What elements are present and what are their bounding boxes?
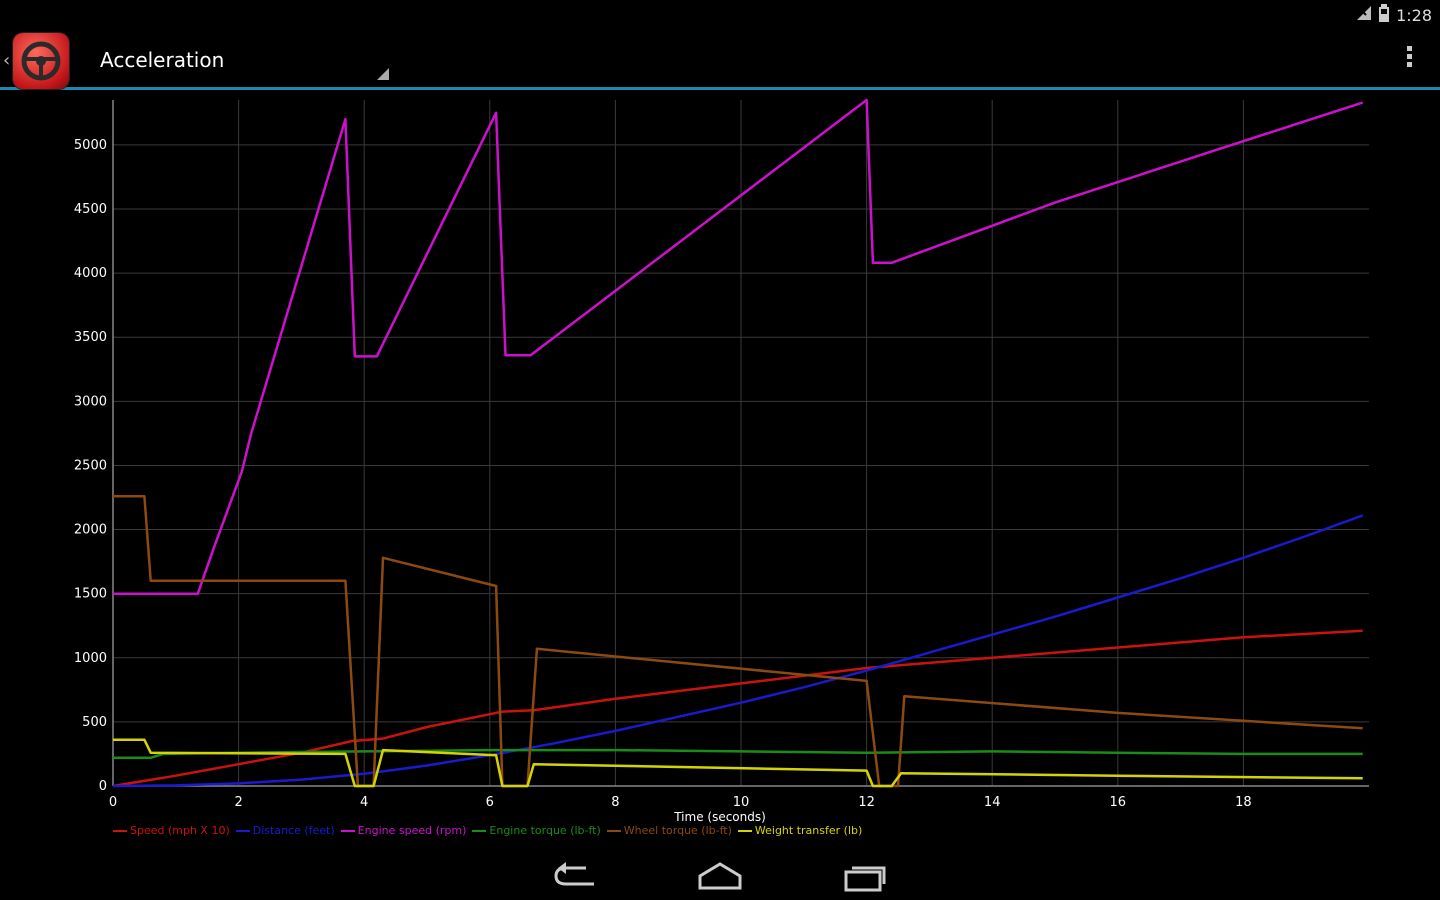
up-caret-icon[interactable]: ‹: [3, 50, 10, 71]
recents-icon[interactable]: [836, 858, 896, 894]
x-tick-label: 0: [109, 795, 117, 810]
overflow-menu-icon[interactable]: [1404, 44, 1414, 74]
y-tick-label: 4500: [74, 202, 107, 217]
action-bar: ‹ Acceleration: [0, 30, 1440, 90]
legend-label: Engine torque (lb-ft): [489, 824, 601, 837]
y-tick-label: 0: [99, 779, 107, 794]
legend-label: Weight transfer (lb): [754, 824, 863, 837]
x-tick-label: 6: [486, 795, 494, 810]
x-axis-label: Time (seconds): [673, 810, 766, 824]
y-tick-label: 500: [82, 715, 107, 730]
status-bar: 1:28: [0, 0, 1440, 30]
battery-icon: [1378, 4, 1390, 26]
x-tick-label: 14: [984, 795, 1001, 810]
x-tick-label: 2: [234, 795, 242, 810]
back-icon[interactable]: [546, 858, 606, 894]
y-tick-label: 5000: [74, 138, 107, 153]
y-tick-label: 4000: [74, 266, 107, 281]
page-title[interactable]: Acceleration: [100, 48, 224, 72]
status-icons: 1:28: [1356, 4, 1432, 26]
x-tick-label: 12: [858, 795, 875, 810]
y-tick-label: 3000: [74, 394, 107, 409]
legend-swatch: [737, 829, 752, 832]
legend-swatch: [472, 829, 487, 832]
x-tick-label: 18: [1235, 795, 1252, 810]
legend-item: Wheel torque (lb-ft): [606, 824, 732, 837]
legend-swatch: [340, 829, 355, 832]
legend-item: Engine speed (rpm): [340, 824, 467, 837]
legend-swatch: [113, 829, 127, 832]
legend-label: Wheel torque (lb-ft): [623, 824, 732, 837]
legend-label: Distance (feet): [252, 824, 335, 837]
x-tick-label: 8: [611, 795, 619, 810]
navigation-bar: [0, 850, 1440, 900]
home-icon[interactable]: [690, 858, 750, 894]
x-tick-label: 16: [1110, 795, 1127, 810]
legend-item: Weight transfer (lb): [737, 824, 863, 837]
x-axis-ticks: 0 2 4 6 8 10 12 14 16 18: [109, 795, 1252, 810]
acceleration-chart: 0 500 1000 1500 2000 2500 3000 3500 4000 4500 5000…: [74, 98, 1369, 824]
y-tick-label: 2500: [74, 458, 107, 473]
y-tick-label: 1500: [74, 587, 107, 602]
x-tick-label: 10: [733, 795, 750, 810]
chart-legend: Speed (mph X 10) Distance (feet) Engine sp…: [113, 824, 862, 837]
y-tick-label: 2000: [74, 523, 107, 538]
legend-swatch: [235, 829, 250, 832]
signal-icon: [1356, 5, 1372, 25]
legend-swatch: [606, 829, 621, 832]
y-tick-label: 3500: [74, 330, 107, 345]
x-tick-label: 4: [360, 795, 368, 810]
legend-label: Engine speed (rpm): [357, 824, 467, 837]
spinner-caret-icon[interactable]: [377, 68, 389, 80]
status-time: 1:28: [1396, 5, 1432, 25]
legend-item: Engine torque (lb-ft): [472, 824, 601, 837]
y-tick-label: 1000: [74, 651, 107, 666]
legend-label: Speed (mph X 10): [130, 824, 230, 837]
app-logo-steering-wheel-icon[interactable]: [13, 33, 69, 89]
legend-item: Speed (mph X 10): [113, 824, 230, 837]
y-axis-ticks: 0 500 1000 1500 2000 2500 3000 3500 4000 4500 5000: [74, 138, 107, 794]
legend-item: Distance (feet): [235, 824, 335, 837]
